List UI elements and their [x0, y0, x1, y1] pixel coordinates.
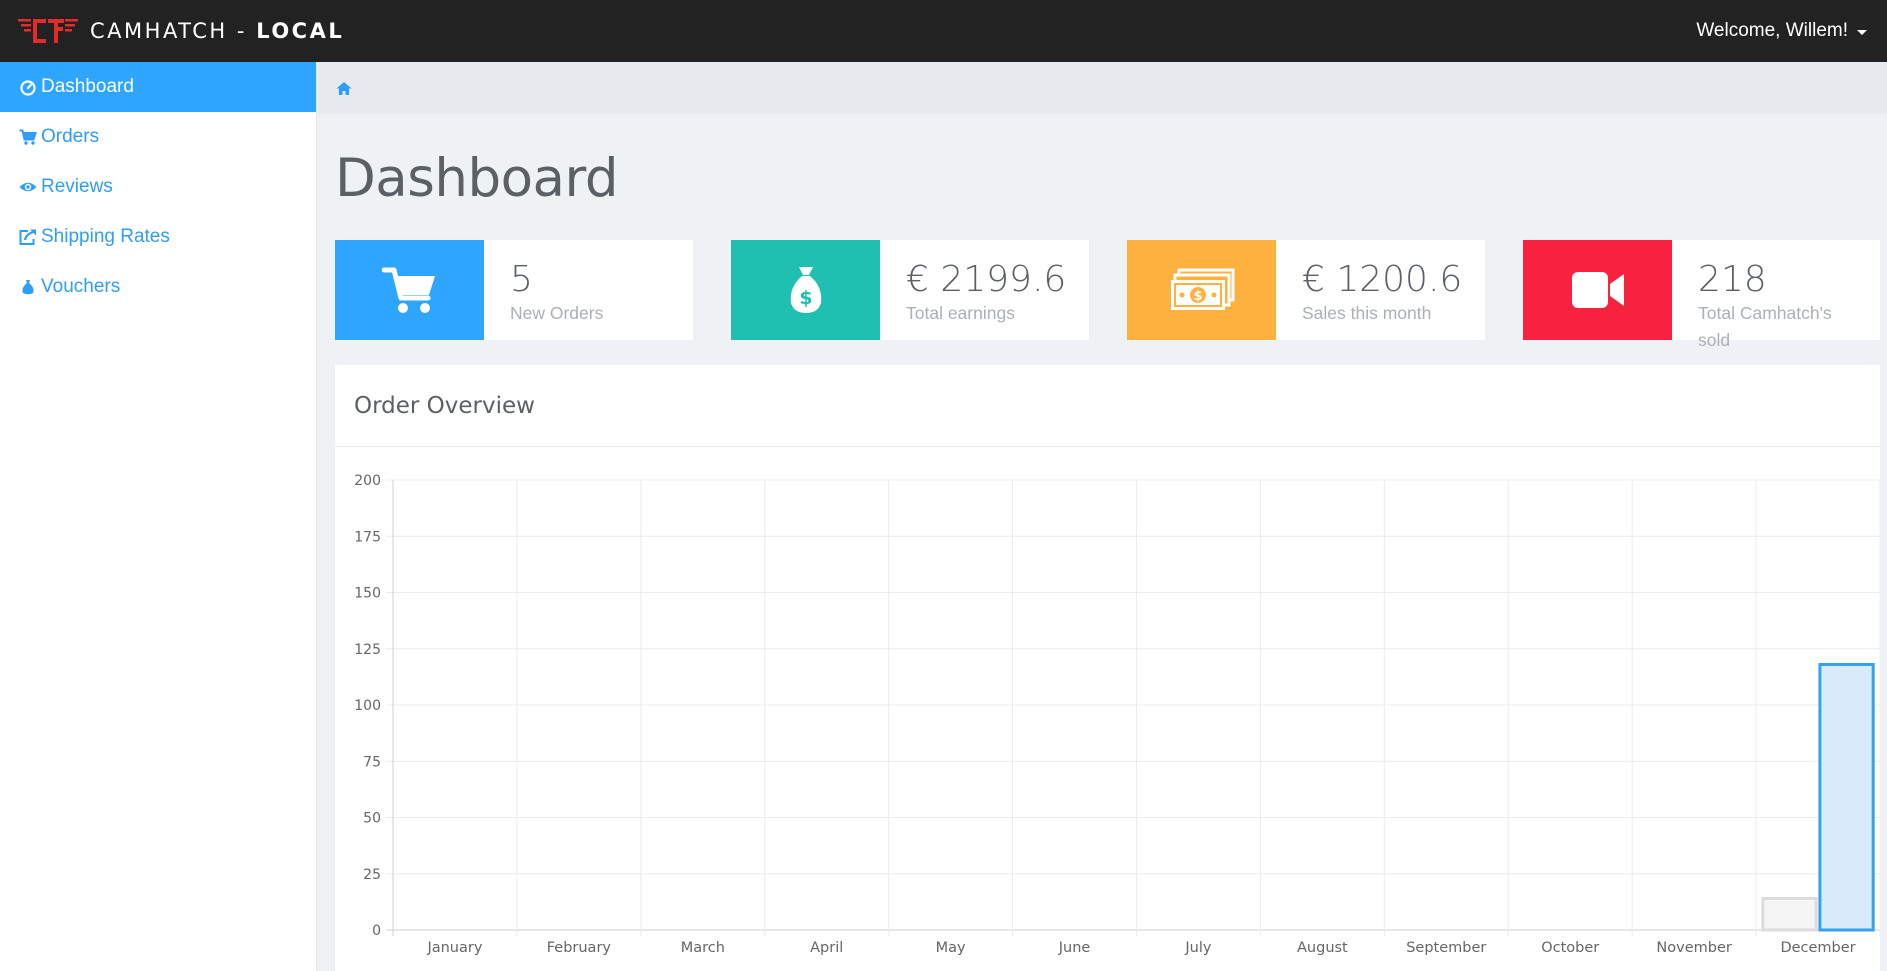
welcome-text: Welcome, Willem! [1696, 20, 1848, 41]
shopping-cart-icon [381, 267, 435, 313]
card-icon-box [1523, 240, 1672, 340]
x-tick-label: January [426, 940, 482, 956]
y-tick-label: 0 [372, 923, 381, 939]
brand-separator: - [236, 19, 247, 43]
y-tick-label: 125 [354, 642, 381, 658]
y-tick-label: 25 [363, 867, 381, 883]
stat-value: 218 [1698, 259, 1767, 300]
sidebar-item-label: Dashboard [41, 76, 134, 97]
breadcrumb [318, 62, 1887, 114]
y-tick-label: 75 [363, 754, 381, 770]
sidebar-item-label: Orders [41, 126, 100, 147]
y-tick-label: 150 [354, 586, 381, 602]
stat-label: New Orders [510, 302, 604, 323]
stat-card-total-earnings: $ € 2199.6 Total earnings [731, 240, 1089, 340]
caret-down-icon [1857, 30, 1867, 35]
x-tick-label: August [1297, 940, 1348, 956]
x-tick-label: December [1780, 940, 1855, 956]
sidebar-item-label: Shipping Rates [41, 226, 170, 247]
share-icon [19, 228, 37, 246]
home-icon[interactable] [336, 81, 352, 96]
x-tick-label: June [1058, 940, 1091, 956]
brand-name: CAMHATCH [90, 19, 228, 43]
stat-value: € 2199.6 [906, 259, 1067, 300]
stat-label: Sales this month [1302, 302, 1432, 323]
page-title: Dashboard [335, 148, 619, 209]
x-tick-label: October [1541, 940, 1599, 956]
sidebar-item-vouchers[interactable]: Vouchers [0, 262, 316, 312]
y-tick-label: 175 [354, 529, 381, 545]
card-icon-box: $ [731, 240, 880, 340]
y-tick-label: 100 [354, 698, 381, 714]
y-tick-label: 200 [354, 473, 381, 489]
x-tick-label: April [810, 940, 843, 956]
stat-label: Total earnings [906, 302, 1015, 323]
user-menu-toggle[interactable]: Welcome, Willem! [1696, 0, 1867, 62]
sidebar: Dashboard Orders Reviews Shipping Rates … [0, 62, 317, 971]
stat-card-new-orders: 5 New Orders [335, 240, 693, 340]
stat-value: € 1200.6 [1302, 259, 1463, 300]
svg-text:$: $ [799, 287, 812, 309]
svg-text:$: $ [1193, 289, 1202, 304]
bar-chart: 0 25 50 75 100 125 150 175 200 January February Mar… [354, 473, 1881, 956]
stat-value: 5 [510, 259, 533, 300]
dashboard-icon [19, 78, 37, 96]
camhatch-logo-icon [18, 19, 78, 43]
brand-env: LOCAL [256, 19, 345, 43]
bar [1818, 663, 1875, 932]
bar [1761, 897, 1818, 932]
stat-card-camhatchs-sold: 218 Total Camhatch's sold [1523, 240, 1880, 350]
sidebar-item-label: Vouchers [41, 276, 121, 297]
panel-title: Order Overview [335, 365, 1880, 447]
y-tick-label: 50 [363, 811, 381, 827]
x-tick-label: March [681, 940, 725, 956]
card-icon-box: $ [1127, 240, 1276, 340]
sidebar-item-reviews[interactable]: Reviews [0, 162, 316, 212]
x-tick-label: November [1656, 940, 1731, 956]
stat-card-sales-this-month: $ € 1200.6 Sales this month [1127, 240, 1485, 340]
money-bag-icon [19, 278, 37, 296]
eye-icon [19, 178, 37, 196]
money-stack-icon: $ [1170, 268, 1234, 310]
stat-label: Total Camhatch's sold [1698, 302, 1832, 350]
x-tick-label: May [936, 940, 966, 956]
video-camera-icon [1571, 272, 1624, 308]
order-overview-chart: 0 25 50 75 100 125 150 175 200 January February Mar… [335, 448, 1881, 971]
x-tick-label: February [547, 940, 612, 956]
sidebar-item-dashboard[interactable]: Dashboard [0, 62, 316, 112]
brand[interactable]: CAMHATCH - LOCAL [18, 17, 344, 45]
sidebar-item-shipping-rates[interactable]: Shipping Rates [0, 212, 316, 262]
top-navbar: CAMHATCH - LOCAL Welcome, Willem! [0, 0, 1887, 62]
shopping-cart-icon [19, 128, 37, 146]
x-tick-label: July [1184, 940, 1211, 956]
order-overview-panel: Order Overview 0 25 50 75 100 125 150 175 200 Jan… [335, 365, 1881, 971]
sidebar-item-label: Reviews [41, 176, 113, 197]
money-bag-icon: $ [790, 267, 821, 313]
card-icon-box [335, 240, 484, 340]
sidebar-item-orders[interactable]: Orders [0, 112, 316, 162]
brand-title: CAMHATCH - LOCAL [90, 19, 344, 43]
x-tick-label: September [1406, 940, 1486, 956]
